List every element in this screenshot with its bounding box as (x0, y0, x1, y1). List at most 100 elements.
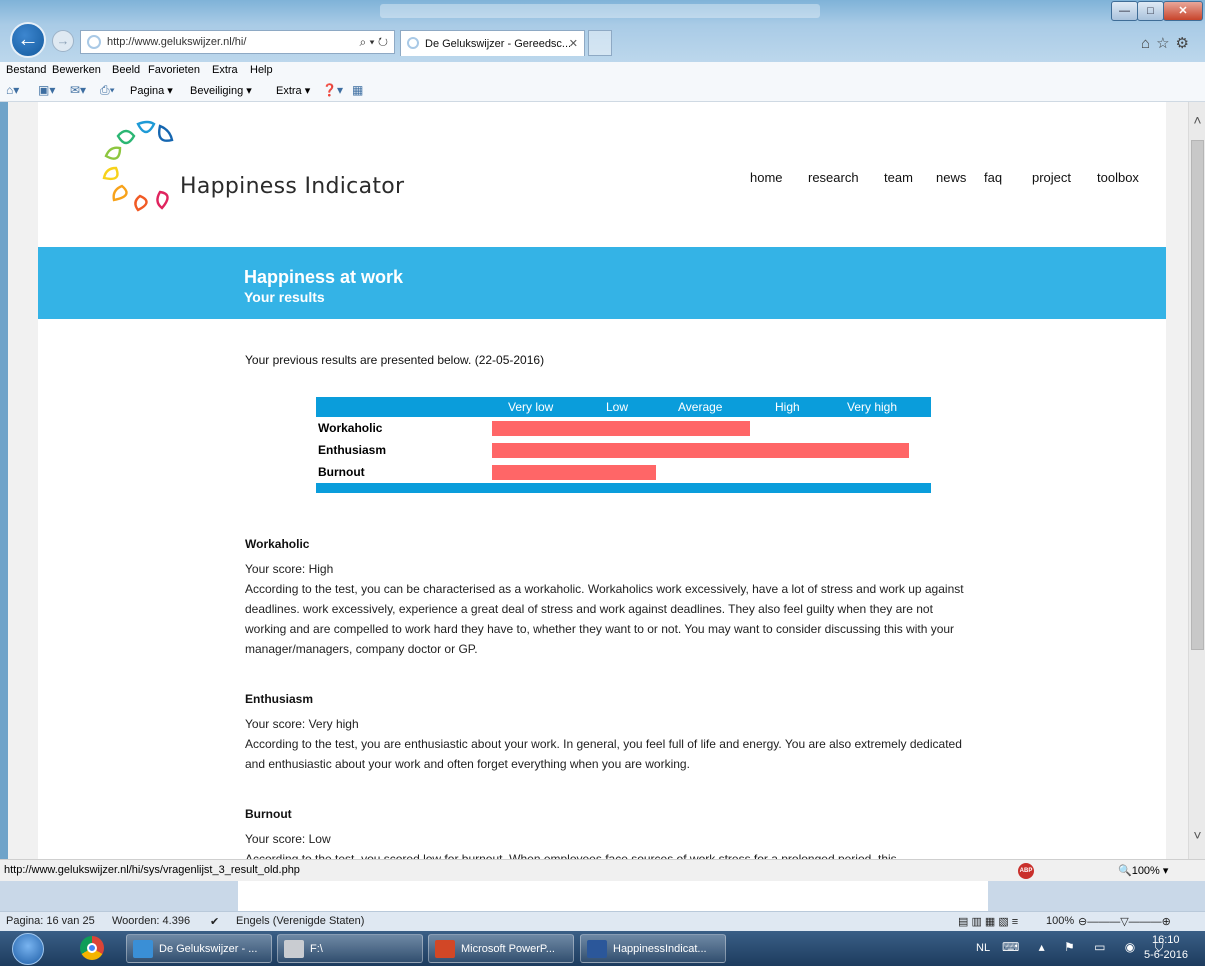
address-bar[interactable]: http://www.gelukswijzer.nl/hi/ ⌕ ▾ ↻ (80, 30, 395, 54)
level-high: High (775, 400, 800, 414)
browser-tab[interactable]: De Gelukswijzer - Gereedsc... ✕ (400, 30, 585, 56)
menu-bar: Bestand Bewerken Beeld Favorieten Extra … (0, 62, 1205, 80)
research-icon[interactable]: ▦ (352, 83, 363, 97)
word-document-area (0, 881, 1205, 911)
word-word-count[interactable]: Woorden: 4.396 (112, 915, 190, 927)
menu-bewerken[interactable]: Bewerken (52, 64, 101, 76)
search-refresh-icons[interactable]: ⌕ ▾ ↻ (359, 35, 388, 50)
close-window-button[interactable]: ✕ (1163, 1, 1203, 21)
print-icon[interactable]: ⎙▾ (100, 83, 115, 98)
page-viewport: Happiness Indicator home research team n… (8, 102, 1188, 859)
task-label: Microsoft PowerP... (461, 943, 555, 955)
section-body: According to the test, you are enthusias… (245, 737, 962, 771)
clock-time[interactable]: 16:10 (1152, 934, 1180, 946)
start-button[interactable] (12, 933, 44, 965)
menu-favorieten[interactable]: Favorieten (148, 64, 200, 76)
command-bar: ⌂▾ ▣▾ ✉▾ ⎙▾ Pagina ▾ Beveiliging ▾ Extra… (0, 80, 1205, 102)
nav-news[interactable]: news (936, 170, 966, 185)
section-title: Enthusiasm (245, 692, 314, 706)
section-enthusiasm: Enthusiasm Your score: Very high Accordi… (245, 692, 965, 774)
browser-status-bar: http://www.gelukswijzer.nl/hi/sys/vragen… (0, 859, 1205, 881)
address-url[interactable]: http://www.gelukswijzer.nl/hi/ (107, 36, 246, 48)
nav-toolbox[interactable]: toolbox (1097, 170, 1139, 185)
forward-button[interactable]: → (52, 30, 74, 52)
help-icon[interactable]: ❓▾ (322, 83, 343, 97)
cmd-pagina[interactable]: Pagina ▾ (130, 84, 173, 97)
scroll-thumb[interactable] (1191, 140, 1204, 650)
page-banner: Happiness at work Your results (38, 247, 1166, 319)
maximize-button[interactable]: □ (1137, 1, 1164, 21)
row-label-burnout: Burnout (318, 465, 365, 479)
gear-icon[interactable]: ⚙ (1176, 35, 1195, 52)
chart-footer-bar (316, 483, 931, 493)
level-average: Average (678, 400, 723, 414)
spelling-icon[interactable]: ✔ (210, 915, 219, 928)
system-tray: NL ⌨ ▴ ⚑ ▭ ◉ ⛉ 16:10 5-6-2016 (972, 931, 1205, 966)
language-indicator[interactable]: NL (976, 942, 990, 954)
section-burnout: Burnout Your score: Low According to the… (245, 807, 965, 859)
menu-extra[interactable]: Extra (212, 64, 238, 76)
section-body: According to the test, you can be charac… (245, 582, 964, 656)
nav-team[interactable]: team (884, 170, 913, 185)
zoom-level[interactable]: 🔍100% ▾ (1118, 864, 1168, 877)
feeds-icon[interactable]: ▣▾ (38, 83, 55, 97)
home-icon[interactable]: ⌂ (1141, 35, 1156, 52)
menu-beeld[interactable]: Beeld (112, 64, 140, 76)
word-zoom[interactable]: 100% (1046, 915, 1074, 927)
nav-research[interactable]: research (808, 170, 859, 185)
back-arrow-icon: ← (17, 26, 39, 51)
clock-date[interactable]: 5-6-2016 (1144, 949, 1188, 961)
window-title-area (380, 4, 820, 18)
word-page-count[interactable]: Pagina: 16 van 25 (6, 915, 95, 927)
level-very-low: Very low (508, 400, 554, 414)
mail-icon[interactable]: ✉▾ (70, 83, 86, 97)
chrome-icon[interactable] (80, 936, 104, 960)
nav-home[interactable]: home (750, 170, 783, 185)
minimize-button[interactable]: — (1111, 1, 1138, 21)
favorites-star-icon[interactable]: ☆ (1156, 35, 1175, 52)
row-label-workaholic: Workaholic (318, 421, 383, 435)
page-title: Happiness at work (244, 267, 404, 287)
logo-text: Happiness Indicator (180, 174, 405, 199)
task-explorer[interactable]: F:\ (277, 934, 423, 963)
task-powerpoint[interactable]: Microsoft PowerP... (428, 934, 574, 963)
tab-title: De Gelukswijzer - Gereedsc... (425, 38, 572, 50)
home-cmd-icon[interactable]: ⌂▾ (6, 83, 19, 97)
drive-icon (284, 940, 304, 958)
page-subtitle: Your results (244, 289, 325, 305)
level-low: Low (606, 400, 629, 414)
scroll-down-icon[interactable]: ˅ (1189, 827, 1205, 843)
nav-project[interactable]: project (1032, 170, 1071, 185)
nav-faq[interactable]: faq (984, 170, 1002, 185)
task-word[interactable]: HappinessIndicat... (580, 934, 726, 963)
section-score: Your score: High (245, 562, 334, 576)
tab-close-icon[interactable]: ✕ (569, 37, 578, 50)
menu-bestand[interactable]: Bestand (6, 64, 46, 76)
vertical-scrollbar[interactable]: ˄ ˅ (1188, 102, 1205, 859)
adblock-icon[interactable]: ABP (1018, 863, 1034, 879)
browser-toolbar-icons: ⌂☆⚙ (1141, 34, 1195, 52)
menu-help[interactable]: Help (250, 64, 273, 76)
intro-text: Your previous results are presented belo… (245, 353, 545, 367)
task-label: HappinessIndicat... (613, 943, 707, 955)
word-icon (587, 940, 607, 958)
word-language[interactable]: Engels (Verenigde Staten) (236, 915, 364, 927)
task-label: De Gelukswijzer - ... (159, 943, 258, 955)
new-tab-button[interactable] (588, 30, 612, 56)
level-header: Very low Low Average High Very high (316, 397, 931, 417)
site-logo[interactable]: Happiness Indicator (96, 116, 404, 226)
word-page (238, 881, 988, 911)
task-ie[interactable]: De Gelukswijzer - ... (126, 934, 272, 963)
ie-icon (133, 940, 153, 958)
status-url: http://www.gelukswijzer.nl/hi/sys/vragen… (4, 864, 300, 876)
section-workaholic: Workaholic Your score: High According to… (245, 537, 965, 659)
zoom-slider[interactable]: ⊖———▽———⊕ (1078, 915, 1171, 928)
cmd-extra[interactable]: Extra ▾ (276, 84, 310, 97)
bar-burnout (492, 465, 656, 480)
bar-enthusiasm (492, 443, 909, 458)
scroll-up-icon[interactable]: ˄ (1189, 112, 1205, 128)
section-title: Burnout (245, 807, 292, 821)
view-mode-icons[interactable]: ▤ ▥ ▦ ▧ ≡ (958, 915, 1018, 928)
back-button[interactable]: ← (10, 22, 46, 58)
cmd-beveiliging[interactable]: Beveiliging ▾ (190, 84, 252, 97)
